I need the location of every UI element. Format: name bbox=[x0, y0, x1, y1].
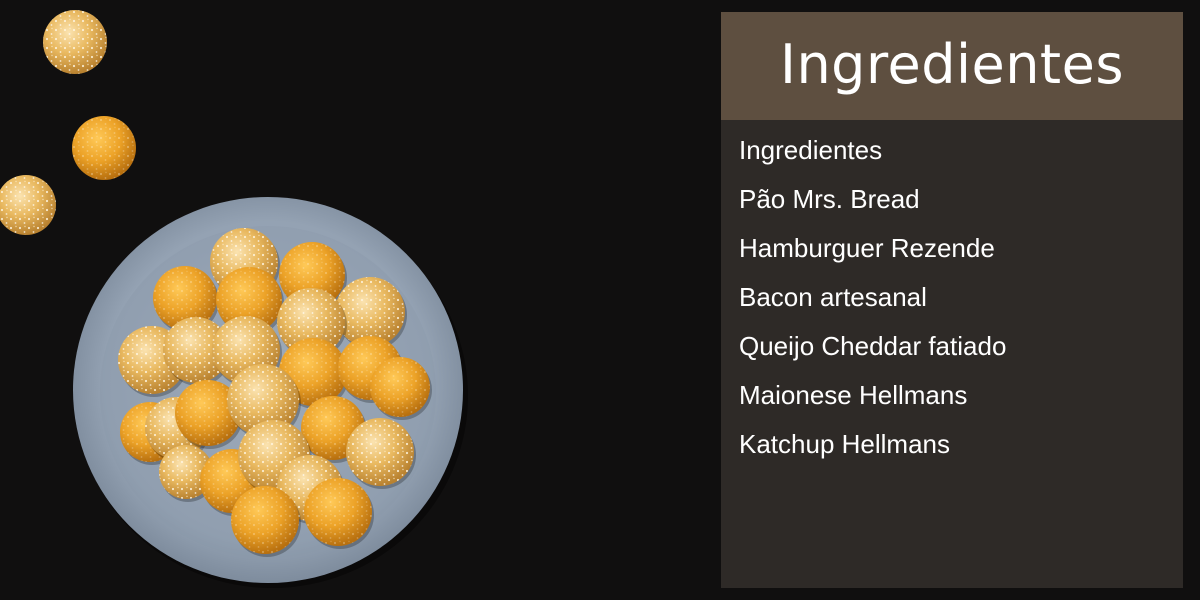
sweet-flakes bbox=[346, 418, 414, 486]
page: Ingredientes Ingredientes Pão Mrs. Bread… bbox=[0, 0, 1200, 600]
sweet-flakes bbox=[304, 478, 372, 546]
ingredient-item: Bacon artesanal bbox=[739, 282, 927, 312]
card-title: Ingredientes bbox=[780, 32, 1124, 96]
ingredients-card: Ingredientes Ingredientes Pão Mrs. Bread… bbox=[721, 12, 1183, 588]
ingredient-item: Maionese Hellmans bbox=[739, 380, 968, 410]
sweet-flakes bbox=[43, 10, 107, 74]
ingredient-item: Queijo Cheddar fatiado bbox=[739, 331, 1007, 361]
sweet-flakes bbox=[0, 175, 56, 235]
sweet-flakes bbox=[72, 116, 136, 180]
ingredient-list: Ingredientes Pão Mrs. Bread Hamburguer R… bbox=[739, 126, 1169, 469]
ingredient-item: Pão Mrs. Bread bbox=[739, 184, 920, 214]
ingredient-item: Hamburguer Rezende bbox=[739, 233, 995, 263]
food-photo bbox=[0, 10, 468, 588]
card-header: Ingredientes bbox=[721, 12, 1183, 120]
ingredient-item: Ingredientes bbox=[739, 135, 883, 165]
sweet-flakes bbox=[370, 357, 430, 417]
ingredient-item: Katchup Hellmans bbox=[739, 429, 950, 459]
sweet-flakes bbox=[231, 486, 299, 554]
